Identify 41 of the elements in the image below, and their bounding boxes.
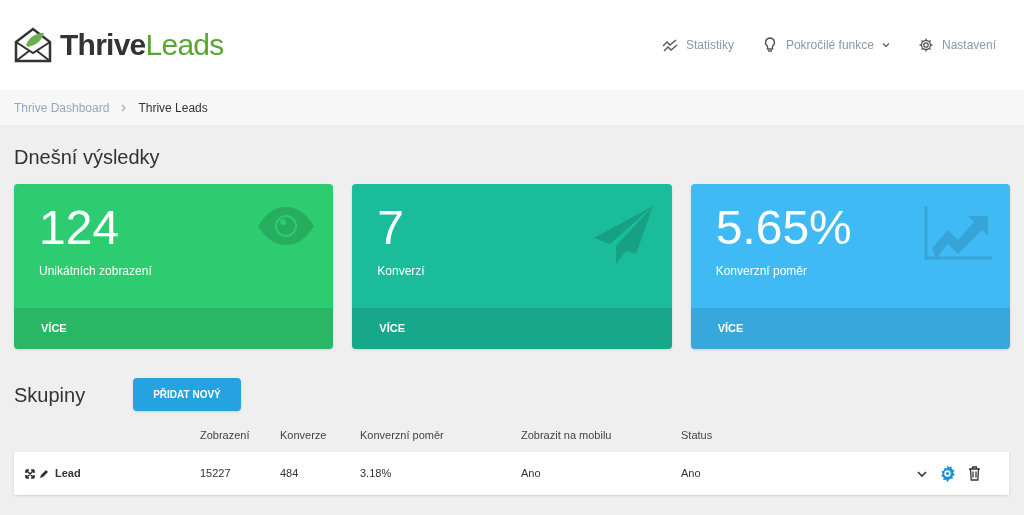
pencil-icon[interactable] [39,468,49,479]
table-cell-text: 484 [280,466,300,482]
expand-icon[interactable] [25,468,35,479]
eye-icon [257,206,316,246]
column-header: Status [681,427,714,443]
section-title: Skupiny [14,382,87,408]
breadcrumb-current-page: Thrive Leads [138,99,208,117]
group-name: Lead [55,466,81,482]
table-cell-text: Ano [681,466,702,482]
section-title: Dnešní výsledky [14,147,161,167]
nav-link[interactable]: Nastavení [917,36,996,54]
nav-link[interactable]: Statistiky [661,36,734,54]
chevron-right-icon [121,103,127,112]
column-header: Zobrazit na mobilu [521,427,613,443]
nav-link[interactable]: Pokročilé funkce [761,36,890,54]
stat-value: 5.65% [715,204,852,252]
column-header: Zobrazení [200,427,251,443]
chart-line-icon [661,37,678,53]
chevron-down-icon[interactable] [917,469,927,478]
paper-plane-icon [593,206,654,264]
more-link[interactable]: VÍCE [352,308,672,349]
table-cell-text: Ano [521,466,542,482]
table-cell-text: 3.18% [360,466,393,482]
settings-icon [917,37,934,53]
more-link[interactable]: VÍCE [14,308,334,349]
column-header: Konverze [280,427,328,443]
stat-label: Konverzí [377,263,425,280]
add-button[interactable]: PŘIDAT NOVÝ [133,378,241,411]
logo-text: ThriveLeads [60,28,224,61]
trash-icon[interactable] [968,466,981,481]
envelope-leaf-icon [14,27,52,63]
breadcrumb-link[interactable]: Thrive Dashboard [14,98,110,117]
table-cell-text: 15227 [200,466,232,482]
stat-value: 124 [39,204,121,252]
stat-value: 7 [377,204,406,252]
stat-label: Konverzní poměr [715,263,809,280]
stat-label: Unikátních zobrazení [39,263,152,280]
more-link[interactable]: VÍCE [690,308,1010,349]
settings-icon[interactable] [939,465,956,482]
column-header: Konverzní poměr [360,427,445,443]
chart-up-icon [924,206,992,260]
